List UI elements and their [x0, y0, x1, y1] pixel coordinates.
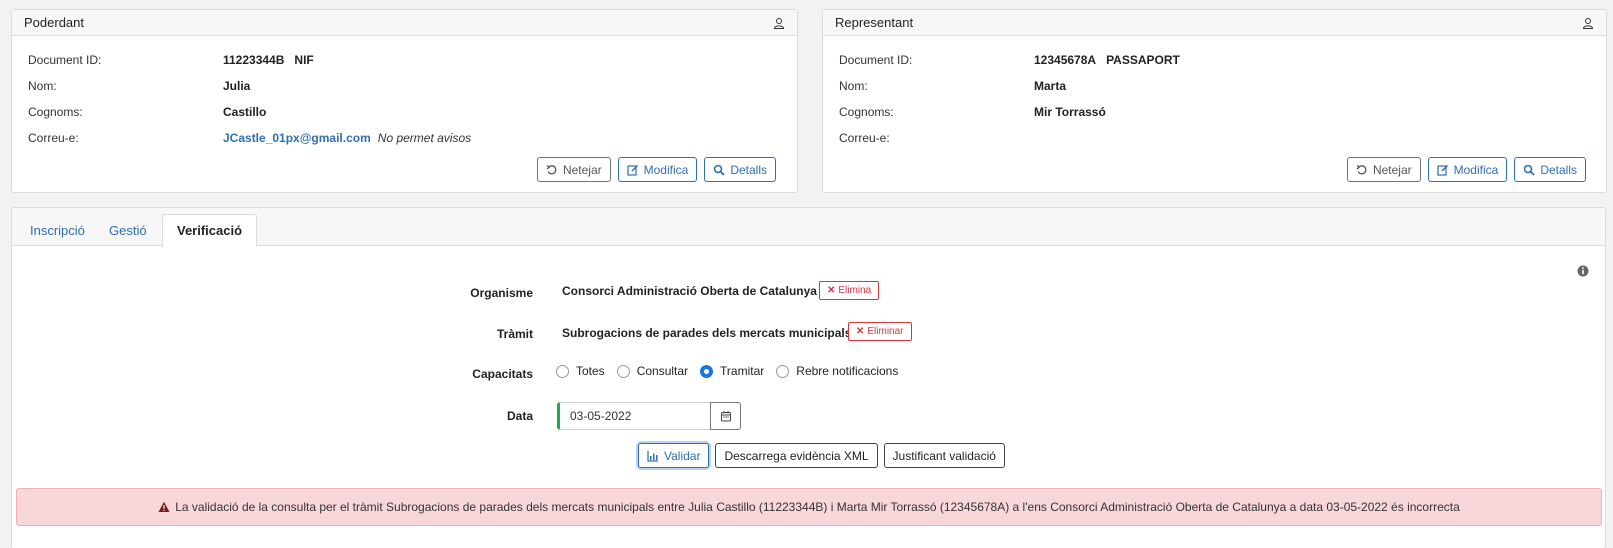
edit-button[interactable]: Modifica	[1427, 157, 1508, 182]
cognoms-value: Castillo	[223, 105, 267, 119]
tab-gestio[interactable]: Gestió	[95, 214, 161, 246]
email-row: Correu-e: JCastle_01px@gmail.com No perme…	[28, 125, 781, 151]
email-label: Correu-e:	[839, 131, 890, 145]
tab-bar: Inscripció Gestió Verificació	[12, 208, 1605, 247]
radio-circle[interactable]	[616, 364, 630, 378]
close-icon: ✕	[827, 285, 836, 296]
doc-id: 12345678A	[1034, 53, 1097, 67]
poderdant-header: Poderdant	[12, 10, 797, 36]
validation-alert: La validació de la consulta per el tràmi…	[16, 488, 1602, 526]
doc-type: NIF	[294, 53, 314, 67]
doc-label: Document ID:	[839, 53, 913, 67]
radio-totes[interactable]: Totes	[556, 364, 605, 378]
download-xml-button[interactable]: Descarrega evidència XML	[715, 443, 878, 468]
search-icon	[714, 164, 725, 176]
tab-verificacio[interactable]: Verificació	[162, 214, 258, 247]
doc-row: Document ID: 11223344B NIF	[28, 47, 781, 73]
undo-icon	[1356, 164, 1367, 174]
tramit-label: Tràmit	[496, 327, 533, 341]
doc-id: 11223344B	[223, 53, 285, 67]
tab-inscripcio[interactable]: Inscripció	[16, 214, 99, 246]
user-icon	[773, 17, 785, 29]
radio-tramitar[interactable]: Tramitar	[700, 364, 764, 378]
email-label: Correu-e:	[28, 131, 79, 145]
data-label: Data	[506, 409, 533, 423]
radio-rebre-label: Rebre notificacions	[796, 364, 899, 378]
email-note: No permet avisos	[377, 131, 472, 145]
representant-title: Representant	[835, 15, 914, 30]
nom-row: Nom: Marta	[839, 73, 1590, 99]
representant-header: Representant	[823, 10, 1606, 36]
close-icon: ✕	[856, 326, 865, 337]
details-button[interactable]: Detalls	[704, 157, 776, 182]
undo-icon	[546, 164, 557, 174]
cognoms-row: Cognoms: Mir Torrassó	[839, 99, 1590, 125]
calendar-button[interactable]	[710, 402, 741, 430]
cognoms-row: Cognoms: Castillo	[28, 99, 781, 125]
email-row: Correu-e:	[839, 125, 1590, 151]
cognoms-value: Mir Torrassó	[1034, 105, 1106, 119]
edit-button[interactable]: Modifica	[617, 157, 698, 182]
search-icon	[1524, 164, 1535, 176]
capacitats-radio-group: Totes Consultar Tramitar Rebre notificac…	[556, 364, 910, 378]
validate-button-label: Validar	[664, 448, 701, 463]
details-button-label: Detalls	[1540, 162, 1577, 177]
remove-organisme-label: Elimina	[838, 285, 872, 296]
organisme-value: Consorci Administració Oberta de Catalun…	[562, 284, 817, 298]
radio-circle-selected[interactable]	[700, 364, 714, 378]
poderdant-card: Poderdant Document ID: 11223344B NIF Nom:…	[11, 9, 798, 193]
details-button-label: Detalls	[730, 162, 767, 177]
proof-button[interactable]: Justificant validació	[883, 443, 1005, 468]
chart-icon	[647, 450, 658, 462]
warning-icon	[158, 501, 170, 512]
remove-organisme-button[interactable]: ✕ Elimina	[819, 281, 880, 300]
date-input[interactable]	[557, 402, 711, 430]
doc-row: Document ID: 12345678A PASSAPORT	[839, 47, 1590, 73]
doc-type: PASSAPORT	[1106, 53, 1180, 67]
nom-label: Nom:	[839, 79, 868, 93]
edit-icon	[627, 164, 638, 176]
clear-button-label: Netejar	[1372, 162, 1412, 177]
edit-button-label: Modifica	[1453, 162, 1499, 177]
nom-value: Julia	[223, 79, 251, 93]
organisme-label: Organisme	[470, 286, 533, 300]
user-icon	[1582, 17, 1594, 29]
radio-circle[interactable]	[556, 364, 569, 378]
edit-button-label: Modifica	[643, 162, 689, 177]
proof-button-label: Justificant validació	[892, 448, 996, 463]
radio-rebre-notificacions[interactable]: Rebre notificacions	[776, 364, 898, 378]
remove-tramit-button[interactable]: ✕ Eliminar	[848, 322, 912, 341]
nom-value: Marta	[1034, 79, 1067, 93]
nom-row: Nom: Julia	[28, 73, 781, 99]
remove-tramit-label: Eliminar	[867, 326, 904, 337]
edit-icon	[1437, 164, 1448, 176]
details-button[interactable]: Detalls	[1514, 157, 1586, 182]
clear-button[interactable]: Netejar	[536, 157, 611, 182]
download-xml-label: Descarrega evidència XML	[724, 448, 869, 463]
radio-tramitar-label: Tramitar	[720, 364, 765, 378]
capacitats-label: Capacitats	[472, 367, 533, 381]
date-picker	[557, 402, 741, 430]
info-icon[interactable]	[1577, 265, 1589, 277]
radio-consultar[interactable]: Consultar	[616, 364, 689, 378]
nom-label: Nom:	[28, 79, 57, 93]
cognoms-label: Cognoms:	[28, 105, 83, 119]
calendar-icon	[720, 411, 731, 422]
clear-button[interactable]: Netejar	[1346, 157, 1421, 182]
clear-button-label: Netejar	[562, 162, 602, 177]
poderdant-title: Poderdant	[24, 15, 84, 30]
validate-button[interactable]: Validar	[638, 443, 710, 468]
doc-label: Document ID:	[28, 53, 102, 67]
representant-card: Representant Document ID: 12345678A PASSA…	[822, 9, 1607, 193]
radio-circle[interactable]	[776, 364, 790, 378]
alert-text: La validació de la consulta per el tràmi…	[175, 500, 1460, 514]
action-buttons: Validar Descarrega evidència XML Justifi…	[638, 443, 1005, 468]
cognoms-label: Cognoms:	[839, 105, 894, 119]
radio-totes-label: Totes	[576, 364, 605, 378]
tramit-value: Subrogacions de parades dels mercats mun…	[562, 326, 852, 340]
email-link[interactable]: JCastle_01px@gmail.com	[223, 131, 371, 145]
radio-consultar-label: Consultar	[636, 364, 689, 378]
